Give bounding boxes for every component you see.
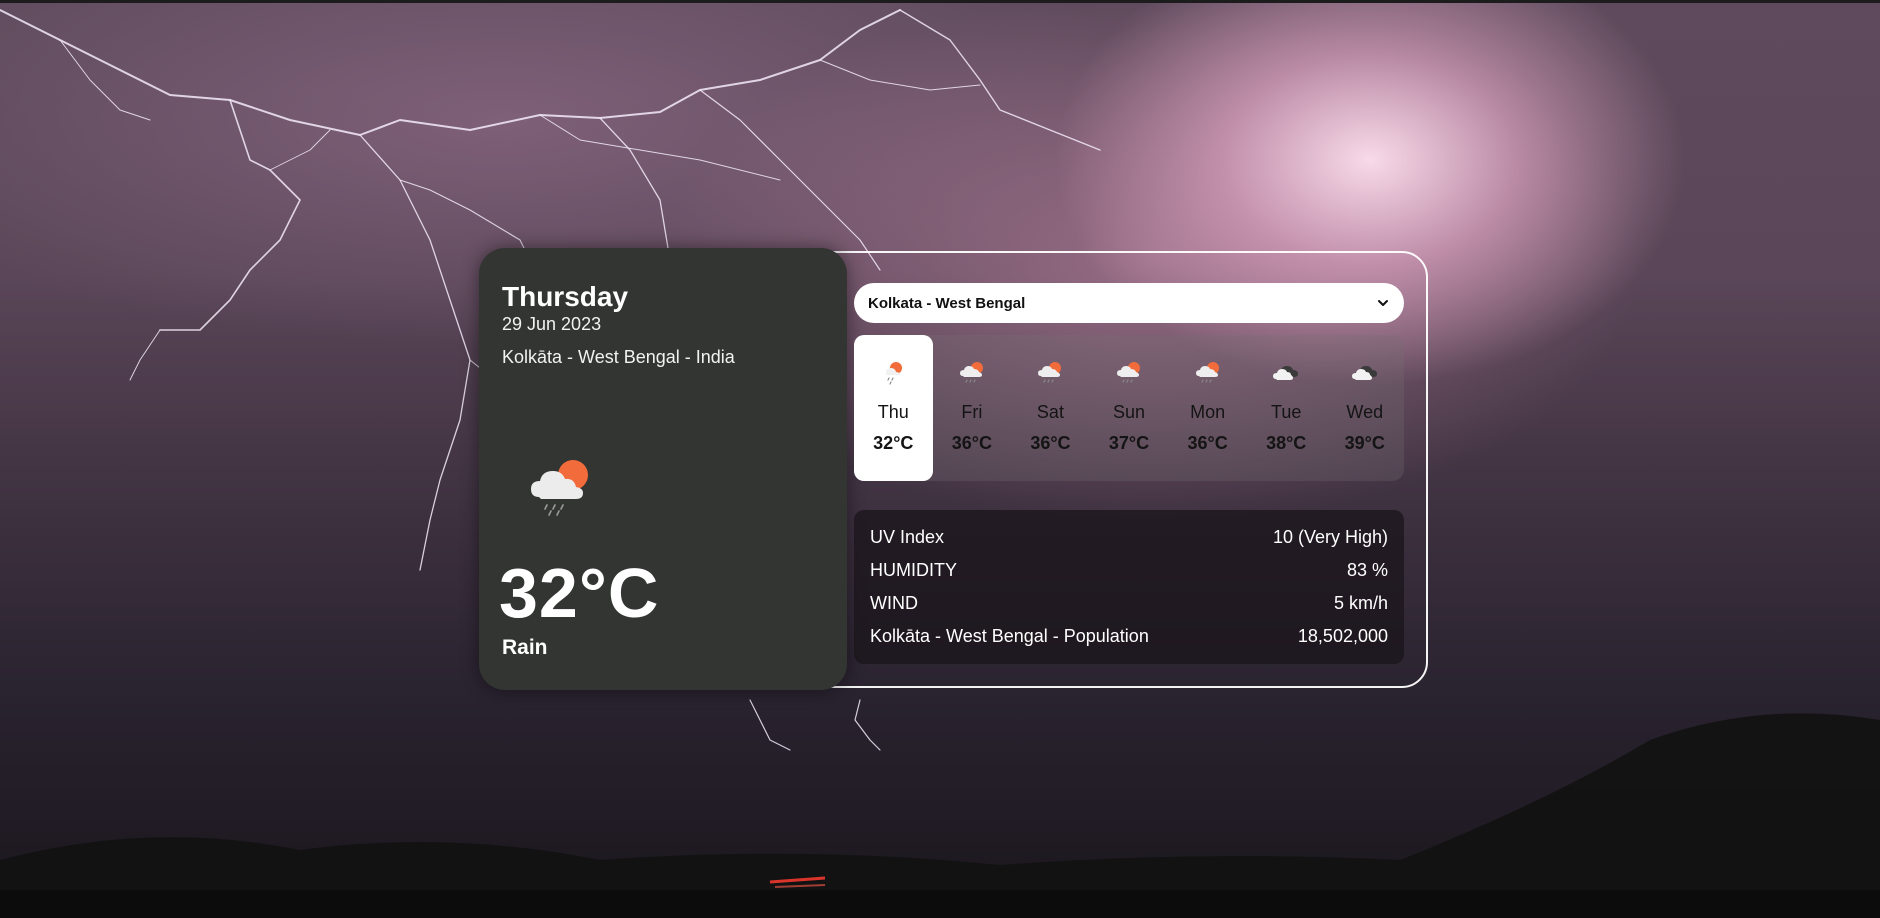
- humidity-row: HUMIDITY 83 %: [870, 557, 1388, 583]
- cloud-sun-rain-icon: [1195, 362, 1219, 383]
- weather-details-panel: UV Index 10 (Very High) HUMIDITY 83 % WI…: [854, 510, 1404, 664]
- forecast-day-name: Wed: [1346, 402, 1384, 422]
- wind-row: WIND 5 km/h: [870, 590, 1388, 616]
- forecast-day-temp: 36°C: [1030, 433, 1071, 453]
- chevron-down-icon: [1378, 300, 1388, 306]
- cloud-sun-rain-icon: [959, 362, 983, 383]
- weekly-forecast: Thu 32°C Fri 36°C Sat 36°C Sun 37°C Mon …: [854, 335, 1404, 481]
- cloudy-icon: [1351, 366, 1377, 380]
- forecast-day-name: Sat: [1036, 402, 1064, 422]
- forecast-day-sat[interactable]: Sat 36°C: [1011, 335, 1090, 481]
- current-condition: Rain: [502, 636, 548, 659]
- forecast-day-tue[interactable]: Tue 38°C: [1247, 335, 1326, 481]
- forecast-day-temp: 32°C: [873, 433, 914, 453]
- current-location: Kolkāta - West Bengal - India: [502, 347, 735, 367]
- forecast-day-temp: 36°C: [1187, 433, 1228, 453]
- cloudy-icon: [1273, 366, 1299, 380]
- current-temperature: 32°C: [499, 554, 660, 632]
- forecast-day-temp: 36°C: [951, 433, 992, 453]
- forecast-day-name: Thu: [877, 402, 909, 422]
- forecast-day-fri[interactable]: Fri 36°C: [933, 335, 1012, 481]
- cloud-sun-rain-icon: [527, 453, 597, 518]
- forecast-day-name: Sun: [1113, 402, 1146, 422]
- city-select[interactable]: Kolkata - West Bengal: [854, 283, 1404, 323]
- uv-index-label: UV Index: [870, 526, 945, 547]
- forecast-day-temp: 39°C: [1344, 433, 1385, 453]
- uv-index-row: UV Index 10 (Very High): [870, 524, 1388, 550]
- forecast-day-name: Tue: [1271, 402, 1302, 422]
- population-label: Kolkāta - West Bengal - Population: [870, 625, 1149, 646]
- forecast-day-temp: 38°C: [1266, 433, 1307, 453]
- forecast-day-thu[interactable]: Thu 32°C: [854, 335, 933, 481]
- forecast-day-mon[interactable]: Mon 36°C: [1168, 335, 1247, 481]
- forecast-day-sun[interactable]: Sun 37°C: [1090, 335, 1169, 481]
- current-date: 29 Jun 2023: [502, 314, 602, 334]
- top-edge-bar: [0, 0, 1880, 3]
- current-day: Thursday: [502, 281, 629, 312]
- humidity-label: HUMIDITY: [870, 559, 957, 580]
- wind-value: 5 km/h: [1333, 592, 1388, 613]
- current-weather-panel: Thursday 29 Jun 2023 Kolkāta - West Beng…: [479, 248, 847, 690]
- forecast-day-temp: 37°C: [1108, 433, 1150, 453]
- city-select-value: Kolkata - West Bengal: [868, 294, 1026, 312]
- population-row: Kolkāta - West Bengal - Population 18,50…: [870, 623, 1388, 649]
- humidity-value: 83 %: [1346, 559, 1388, 580]
- cloud-sun-rain-icon: [1117, 362, 1141, 383]
- forecast-day-name: Mon: [1190, 402, 1226, 422]
- forecast-day-name: Fri: [961, 402, 983, 422]
- population-value: 18,502,000: [1297, 625, 1388, 646]
- forecast-day-wed[interactable]: Wed 39°C: [1325, 335, 1404, 481]
- cloud-sun-rain-icon: [1038, 362, 1062, 383]
- wind-label: WIND: [870, 592, 918, 613]
- uv-index-value: 10 (Very High): [1272, 526, 1388, 547]
- sun-rain-icon: [886, 362, 903, 385]
